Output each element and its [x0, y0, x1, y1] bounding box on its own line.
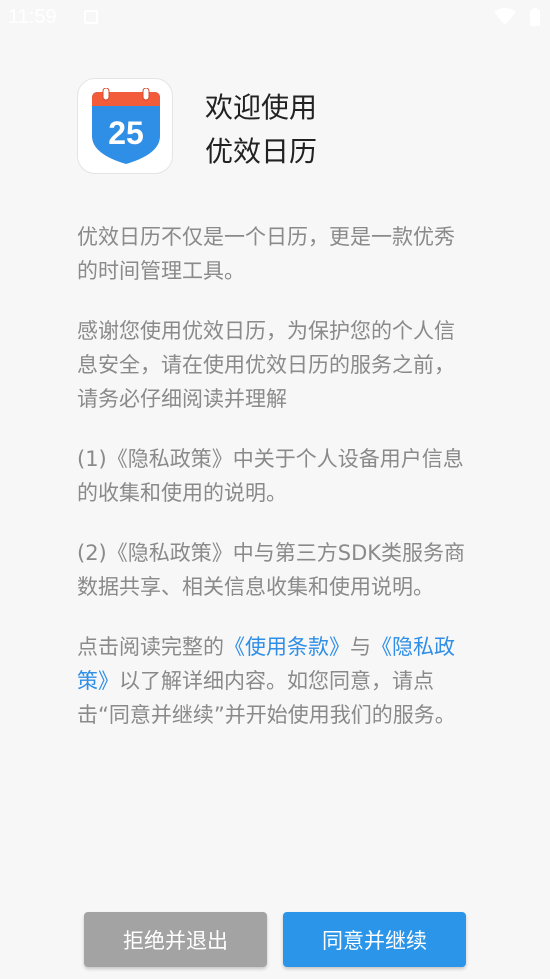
read-more-paragraph: 点击阅读完整的《使用条款》与《隐私政策》以了解详细内容。如您同意，请点击“同意并…	[77, 630, 475, 732]
title-line-2: 优效日历	[205, 135, 318, 168]
reject-exit-button[interactable]: 拒绝并退出	[84, 912, 267, 967]
thanks-paragraph: 感谢您使用优效日历，为保护您的个人信息安全，请在使用优效日历的服务之前，请务必仔…	[77, 319, 455, 411]
status-icons	[494, 8, 540, 26]
privacy-content: 优效日历不仅是一个日历，更是一款优秀的时间管理工具。 感谢您使用优效日历，为保护…	[77, 220, 475, 758]
calendar-day: 25	[108, 115, 144, 151]
read-more-and: 与	[350, 635, 371, 659]
welcome-title: 欢迎使用 优效日历	[205, 86, 317, 174]
privacy-item-1: (1)《隐私政策》中关于个人设备用户信息的收集和使用的说明。	[77, 447, 464, 505]
privacy-item-2: (2)《隐私政策》中与第三方SDK类服务商数据共享、相关信息收集和使用说明。	[77, 541, 466, 599]
intro-paragraph: 优效日历不仅是一个日历，更是一款优秀的时间管理工具。	[77, 225, 455, 283]
status-bar: 11:59	[0, 0, 550, 36]
welcome-header: 25 欢迎使用 优效日历	[77, 78, 477, 178]
notification-icon	[84, 10, 98, 24]
battery-icon	[530, 8, 540, 26]
app-icon: 25	[77, 78, 173, 174]
read-more-suffix: 以了解详细内容。如您同意，请点击“同意并继续”并开始使用我们的服务。	[77, 669, 456, 727]
terms-link[interactable]: 《使用条款》	[224, 635, 350, 659]
status-time: 11:59	[8, 6, 57, 28]
wifi-icon	[494, 8, 516, 25]
read-more-prefix: 点击阅读完整的	[77, 635, 224, 659]
calendar-icon: 25	[92, 88, 160, 164]
title-line-1: 欢迎使用	[205, 91, 318, 124]
agree-continue-button[interactable]: 同意并继续	[283, 912, 466, 967]
